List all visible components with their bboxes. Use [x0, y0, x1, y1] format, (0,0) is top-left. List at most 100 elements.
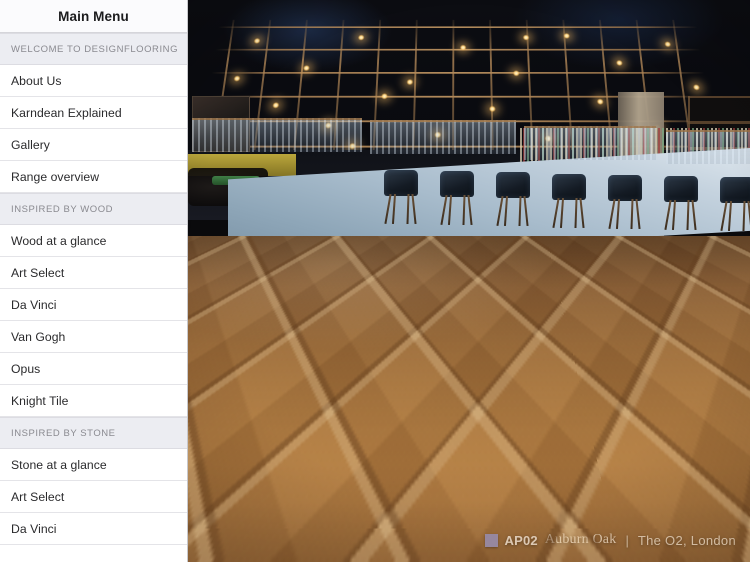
- menu-section-header: INSPIRED BY STONE: [0, 417, 187, 449]
- stool-leg: [579, 197, 585, 228]
- sidebar-item-label: Range overview: [11, 169, 100, 184]
- installation-location: The O2, London: [637, 532, 736, 548]
- stool-leg: [391, 193, 397, 225]
- product-caption: AP02 Auburn Oak | The O2, London: [484, 532, 737, 548]
- sidebar-item-label: Stone at a glance: [11, 457, 107, 472]
- stool-leg: [447, 195, 453, 226]
- page-title: Main Menu: [58, 8, 129, 24]
- sidebar-item-art-select[interactable]: Art Select: [0, 257, 187, 289]
- sidebar-item-art-select[interactable]: Art Select: [0, 481, 187, 513]
- menu-section-label: INSPIRED BY WOOD: [11, 203, 114, 215]
- glassware-rack: [524, 126, 656, 160]
- sidebar-item-karndean-explained[interactable]: Karndean Explained: [0, 97, 187, 129]
- sidebar-item-label: Opus: [11, 361, 41, 376]
- stool-leg: [559, 197, 565, 228]
- sidebar-item-label: About Us: [11, 73, 62, 88]
- app-root: Main Menu WELCOME TO DESIGNFLOORING About…: [0, 0, 750, 562]
- stool-leg: [671, 199, 677, 231]
- sidebar-item-label: Knight Tile: [11, 393, 69, 408]
- pendant-bulb: [488, 105, 496, 113]
- stool-leg: [440, 195, 448, 226]
- caption-separator: |: [625, 532, 629, 548]
- stool-leg: [608, 198, 616, 229]
- sidebar-item-da-vinci[interactable]: Da Vinci: [0, 289, 187, 321]
- stool-leg: [742, 201, 746, 232]
- stool-seat: [720, 177, 750, 204]
- sidebar-item-van-gogh[interactable]: Van Gogh: [0, 321, 187, 353]
- truss-beam: [215, 48, 701, 51]
- sidebar-item-label: Da Vinci: [11, 297, 57, 312]
- stool-leg: [411, 193, 417, 225]
- sidebar-item-range-overview[interactable]: Range overview: [0, 161, 187, 193]
- menu-section-label: WELCOME TO DESIGNFLOORING: [11, 43, 179, 55]
- glassware-rack: [666, 130, 750, 164]
- bar-stool: [664, 176, 698, 231]
- stool-leg: [727, 201, 733, 232]
- stool-leg: [635, 198, 641, 229]
- sidebar-item-label: Art Select: [11, 489, 65, 504]
- stool-leg: [552, 197, 560, 228]
- stool-leg: [523, 196, 529, 227]
- pendant-bulb: [357, 34, 365, 41]
- sidebar-item-label: Gallery: [11, 137, 50, 152]
- stool-leg: [518, 196, 522, 227]
- menu-list[interactable]: WELCOME TO DESIGNFLOORING About Us Karndea…: [0, 33, 187, 545]
- menu-header: Main Menu: [0, 0, 187, 33]
- pendant-bulb: [253, 37, 261, 44]
- main-menu-sidebar: Main Menu WELCOME TO DESIGNFLOORING About…: [0, 0, 188, 562]
- glassware-rack: [370, 120, 516, 154]
- stool-leg: [467, 195, 473, 226]
- stool-seat: [664, 176, 698, 202]
- pendant-bulb: [522, 34, 530, 41]
- sidebar-item-opus[interactable]: Opus: [0, 353, 187, 385]
- bar-stool: [496, 172, 530, 227]
- stool-seat: [384, 170, 418, 196]
- bar-stool: [552, 173, 586, 228]
- stool-leg: [664, 200, 672, 230]
- color-swatch-icon: [484, 533, 498, 547]
- sidebar-item-label: Karndean Explained: [11, 105, 122, 120]
- sidebar-item-label: Wood at a glance: [11, 233, 107, 248]
- pendant-bulb: [233, 75, 241, 82]
- stool-leg: [691, 199, 697, 231]
- stool-leg: [406, 193, 410, 225]
- pendant-bulb: [512, 70, 520, 77]
- bar-stool: [440, 171, 474, 226]
- pendant-bulb: [692, 84, 701, 91]
- pendant-bulb: [459, 44, 467, 51]
- sidebar-item-label: Da Vinci: [11, 521, 57, 536]
- product-name: Auburn Oak: [544, 532, 617, 547]
- sidebar-item-about-us[interactable]: About Us: [0, 65, 187, 97]
- glassware-rack: [192, 118, 362, 152]
- menu-section-header: WELCOME TO DESIGNFLOORING: [0, 33, 187, 65]
- pendant-bulb: [406, 78, 414, 86]
- sidebar-item-gallery[interactable]: Gallery: [0, 129, 187, 161]
- pendant-bulb: [272, 102, 280, 109]
- sidebar-item-stone-at-a-glance[interactable]: Stone at a glance: [0, 449, 187, 481]
- truss-beam: [211, 71, 705, 74]
- stool-leg: [615, 198, 621, 229]
- stool-seat: [552, 173, 586, 200]
- pendant-bulb: [664, 41, 672, 48]
- menu-section-label: INSPIRED BY STONE: [11, 427, 116, 439]
- sidebar-item-knight-tile[interactable]: Knight Tile: [0, 385, 187, 417]
- stool-leg: [574, 197, 578, 228]
- bar-stool: [720, 177, 750, 232]
- pendant-bulb: [596, 98, 604, 105]
- hero-photo[interactable]: AP02 Auburn Oak | The O2, London: [188, 0, 750, 562]
- pendant-bulb: [563, 32, 571, 39]
- bar-stool: [608, 174, 642, 229]
- truss-beam: [218, 26, 698, 29]
- sidebar-item-da-vinci[interactable]: Da Vinci: [0, 513, 187, 545]
- stool-leg: [496, 196, 504, 227]
- sidebar-item-wood-at-a-glance[interactable]: Wood at a glance: [0, 225, 187, 257]
- stool-leg: [384, 194, 392, 224]
- sidebar-item-label: Art Select: [11, 265, 65, 280]
- pendant-bulb: [380, 93, 388, 100]
- stool-leg: [686, 199, 690, 231]
- product-code: AP02: [504, 532, 538, 548]
- parquet-floor: [188, 236, 750, 562]
- stool-seat: [608, 174, 642, 201]
- bar-stool: [384, 170, 418, 225]
- stool-seat: [440, 171, 474, 198]
